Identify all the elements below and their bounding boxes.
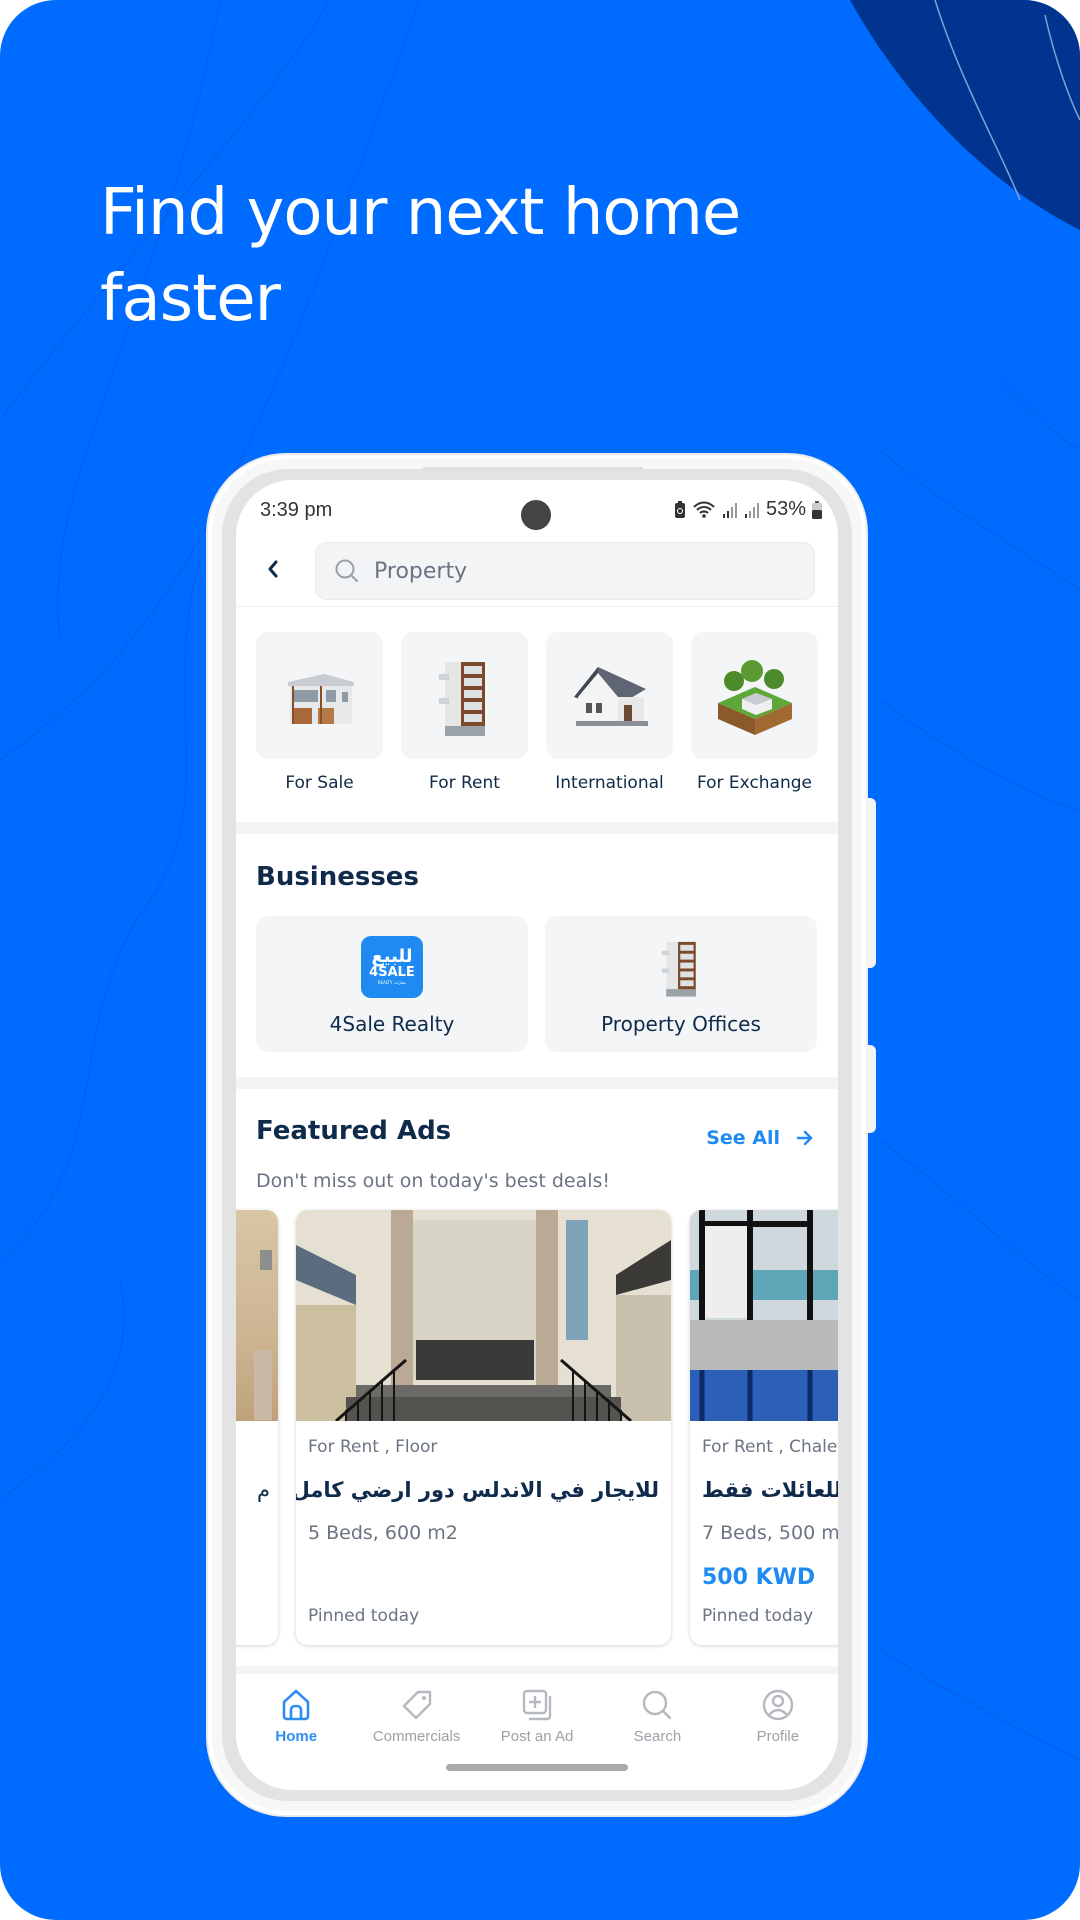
ad-card[interactable]: For Rent , Chalet للعائلات فقط 7 Beds, 5… — [690, 1210, 838, 1645]
section-divider — [236, 1077, 838, 1089]
nav-commercials[interactable]: Commercials — [356, 1674, 476, 1764]
category-label: For Sale — [285, 773, 354, 793]
add-post-icon — [522, 1689, 552, 1721]
ad-image — [690, 1210, 838, 1421]
category-tile — [256, 632, 383, 759]
ad-image — [296, 1210, 671, 1421]
business-label: Property Offices — [601, 1012, 761, 1036]
nav-divider — [236, 1666, 838, 1674]
headline-line-1: Find your next home — [100, 176, 741, 250]
business-label: 4Sale Realty — [329, 1012, 455, 1036]
search-icon — [643, 1690, 672, 1720]
businesses-title: Businesses — [256, 862, 419, 892]
category-for-rent[interactable]: For Rent — [401, 632, 528, 793]
phone-frame: 3:39 pm 53% Property For Sale For Rent I… — [208, 455, 876, 1815]
logo-arabic-text: للبيع — [371, 946, 413, 967]
category-for-exchange[interactable]: For Exchange — [691, 632, 818, 793]
nav-label: Commercials — [372, 1728, 461, 1745]
ad-card[interactable]: For Rent , Floor للايجار في الاندلس دور … — [296, 1210, 671, 1645]
gabled-house-image — [573, 666, 648, 726]
ad-category: For Rent , Chalet — [702, 1437, 838, 1457]
ad-title: م — [256, 1478, 270, 1502]
arrow-right-icon — [796, 1130, 813, 1146]
business-4sale-realty[interactable]: للبيع 4SALE REALTY عقارات 4Sale Realty — [256, 916, 528, 1052]
ad-pinned-status: Pinned today — [702, 1606, 814, 1626]
power-button — [866, 1045, 876, 1133]
battery-icon — [812, 500, 822, 519]
category-international[interactable]: International — [546, 632, 673, 793]
logo-small-text: REALTY عقارات — [377, 980, 407, 985]
ad-title: للايجار في الاندلس دور ارضي كامل ... — [296, 1478, 659, 1502]
ad-title: للعائلات فقط — [702, 1478, 838, 1502]
nav-profile[interactable]: Profile — [718, 1674, 838, 1764]
front-camera — [521, 500, 551, 530]
bottom-navigation: Home Commercials Post an Ad Search Profi… — [236, 1674, 838, 1764]
house-on-land-image — [717, 659, 792, 735]
featured-subtitle: Don't miss out on today's best deals! — [256, 1170, 611, 1192]
category-for-sale[interactable]: For Sale — [256, 632, 383, 793]
see-all-label: See All — [706, 1127, 780, 1149]
ad-specs: 5 Beds, 600 m2 — [308, 1522, 458, 1544]
app-header — [236, 540, 838, 607]
status-bar: 3:39 pm 53% — [236, 480, 838, 540]
ad-price: 500 KWD — [702, 1565, 816, 1590]
home-indicator[interactable] — [446, 1764, 628, 1771]
door-detail — [254, 1350, 272, 1420]
featured-ads-title: Featured Ads — [256, 1116, 452, 1146]
nav-label: Profile — [756, 1728, 800, 1745]
status-time: 3:39 pm — [260, 499, 333, 521]
4sale-realty-logo: للبيع 4SALE REALTY عقارات — [361, 936, 423, 998]
search-icon — [335, 559, 358, 582]
category-tile — [691, 632, 818, 759]
chevron-left-icon — [268, 560, 278, 578]
battery-percent: 53% — [765, 498, 806, 520]
tag-icon — [402, 1690, 431, 1720]
business-property-offices[interactable]: Property Offices — [545, 916, 817, 1052]
nav-label: Search — [633, 1728, 682, 1745]
category-tile — [546, 632, 673, 759]
back-button[interactable] — [258, 554, 288, 584]
section-divider — [236, 822, 838, 834]
home-icon — [282, 1689, 310, 1721]
ad-pinned-status: Pinned today — [308, 1606, 420, 1626]
headline-line-2: faster — [100, 262, 281, 336]
window-detail — [260, 1250, 272, 1270]
ad-specs: 7 Beds, 500 m2 — [702, 1522, 838, 1544]
profile-icon — [762, 1689, 794, 1721]
phone-screen: 3:39 pm 53% Property For Sale For Rent I… — [236, 480, 838, 1790]
signal-icon — [722, 502, 737, 518]
category-label: International — [555, 773, 664, 793]
nav-label: Post an Ad — [500, 1728, 574, 1745]
ad-image — [236, 1210, 278, 1421]
ad-category: For Rent , Floor — [308, 1437, 438, 1457]
volume-button — [866, 798, 876, 968]
logo-english-text: 4SALE — [369, 965, 415, 980]
office-building-image — [650, 936, 712, 998]
category-tile — [401, 632, 528, 759]
category-list: For Sale For Rent International For Exch… — [256, 632, 818, 793]
nav-post-an-ad[interactable]: Post an Ad — [477, 1674, 597, 1764]
search-input[interactable] — [374, 558, 774, 584]
phone-speaker-slit — [423, 467, 643, 471]
wifi-icon — [693, 501, 715, 518]
nav-label: Home — [275, 1728, 318, 1745]
promo-headline: Find your next home faster — [100, 170, 800, 342]
nav-search[interactable]: Search — [597, 1674, 717, 1764]
modern-house-image — [287, 673, 354, 724]
search-bar[interactable] — [315, 542, 815, 600]
category-label: For Rent — [429, 773, 500, 793]
apartment-building-image — [438, 661, 485, 736]
nav-home[interactable]: Home — [236, 1674, 356, 1764]
promo-canvas: Find your next home faster 3:39 pm 53% P… — [0, 0, 1080, 1920]
battery-saver-icon — [674, 500, 685, 518]
category-label: For Exchange — [696, 773, 813, 793]
see-all-link[interactable]: See All — [706, 1127, 814, 1149]
ad-card[interactable]: م — [236, 1210, 278, 1645]
status-icons: 53% — [674, 498, 822, 521]
signal-icon — [744, 502, 759, 518]
